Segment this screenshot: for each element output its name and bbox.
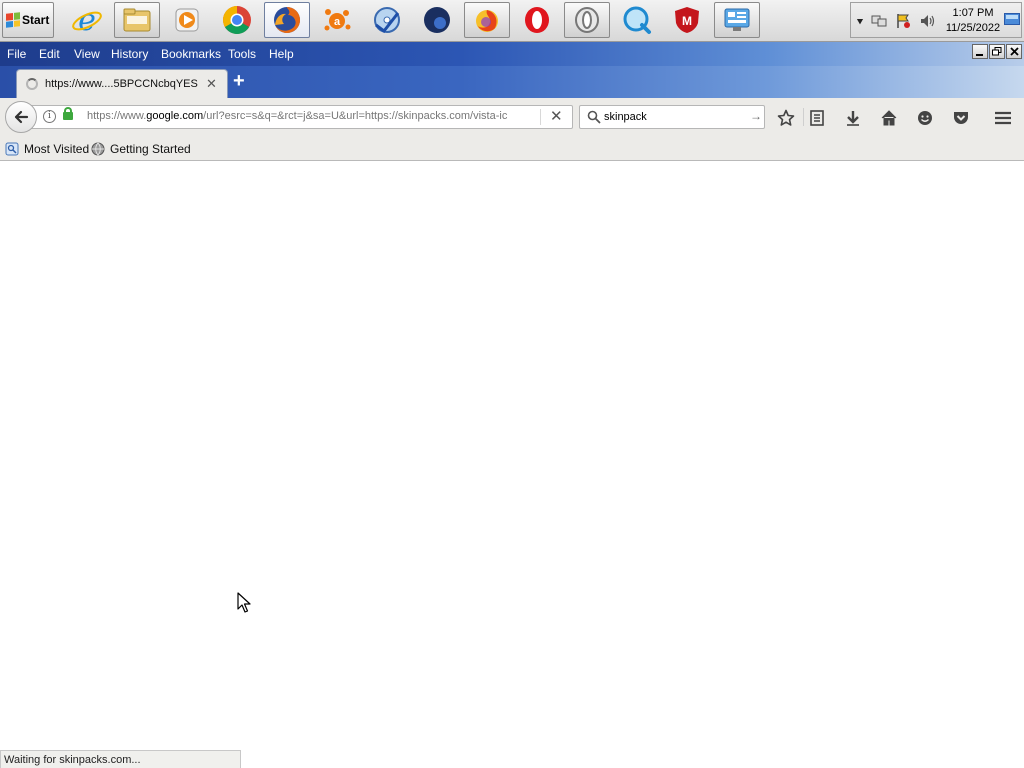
clock-time: 1:07 PM bbox=[952, 7, 994, 19]
minimize-icon bbox=[976, 53, 983, 56]
loading-spinner-icon bbox=[26, 78, 38, 90]
bookmarks-menu-icon[interactable] bbox=[807, 108, 827, 128]
bookmarks-toolbar: Most Visited Getting Started bbox=[0, 138, 1024, 161]
clock-date: 11/25/2022 bbox=[945, 22, 1001, 34]
firefox-icon[interactable] bbox=[264, 2, 310, 38]
windows-logo-icon bbox=[6, 12, 20, 28]
page-content-area[interactable] bbox=[0, 162, 1024, 750]
window-controls bbox=[972, 44, 1022, 59]
browser-tab[interactable]: https://www....5BPCCNcbqYES ✕ bbox=[16, 69, 228, 98]
opera-icon[interactable] bbox=[514, 2, 560, 38]
site-info-icon[interactable]: i bbox=[43, 110, 56, 123]
firefox-menubar: File Edit View History Bookmarks Tools H… bbox=[0, 42, 1024, 66]
network-icon[interactable] bbox=[871, 13, 887, 29]
volume-icon[interactable] bbox=[919, 13, 935, 29]
svg-text:e: e bbox=[78, 4, 96, 36]
system-tray: ⯆ 1:07 PM 11/25/2022 bbox=[850, 2, 1022, 38]
url-divider bbox=[540, 109, 541, 125]
start-button[interactable]: Start bbox=[2, 2, 54, 38]
status-bar: Waiting for skinpacks.com... bbox=[0, 750, 241, 768]
search-input[interactable] bbox=[604, 109, 744, 125]
svg-text:a: a bbox=[334, 16, 341, 28]
navigation-toolbar: i https://www.google.com/url?esrc=s&q=&r… bbox=[0, 98, 1024, 138]
url-text[interactable]: https://www.google.com/url?esrc=s&q=&rct… bbox=[87, 110, 515, 122]
tab-strip: https://www....5BPCCNcbqYES ✕ + bbox=[0, 66, 1024, 98]
bookmark-label: Most Visited bbox=[24, 142, 90, 156]
toolbar-separator bbox=[803, 108, 804, 126]
control-panel-icon[interactable] bbox=[714, 2, 760, 38]
menu-history[interactable]: History bbox=[111, 47, 148, 61]
minimize-button[interactable] bbox=[972, 44, 988, 59]
globe-icon bbox=[91, 142, 105, 156]
waterfox-icon[interactable] bbox=[414, 2, 460, 38]
avast-icon[interactable]: a bbox=[314, 2, 360, 38]
mcafee-icon[interactable]: M bbox=[664, 2, 710, 38]
mouse-cursor-icon bbox=[237, 592, 251, 613]
address-bar[interactable]: i https://www.google.com/url?esrc=s&q=&r… bbox=[30, 105, 573, 129]
stop-loading-icon[interactable]: ✕ bbox=[550, 107, 563, 125]
restore-button[interactable] bbox=[989, 44, 1005, 59]
firefox-alt-icon[interactable] bbox=[464, 2, 510, 38]
windows-taskbar: Start e a M ⯆ 1:07 PM 11/25/2022 bbox=[0, 0, 1024, 42]
lock-icon[interactable] bbox=[63, 107, 73, 120]
system-clock[interactable]: 1:07 PM 11/25/2022 bbox=[945, 6, 1001, 36]
hello-chat-icon[interactable] bbox=[915, 108, 935, 128]
back-arrow-icon bbox=[14, 110, 29, 124]
menu-help[interactable]: Help bbox=[269, 47, 294, 61]
bookmark-most-visited[interactable]: Most Visited bbox=[5, 142, 89, 156]
search-go-arrow-icon[interactable]: → bbox=[750, 109, 762, 123]
url-host: google.com bbox=[146, 110, 204, 122]
url-prefix: https://www. bbox=[87, 110, 147, 122]
close-window-button[interactable] bbox=[1006, 44, 1022, 59]
restore-icon bbox=[992, 47, 1002, 56]
search-bar[interactable]: → bbox=[579, 105, 765, 129]
menu-file[interactable]: File bbox=[7, 47, 26, 61]
show-desktop-icon[interactable] bbox=[1004, 13, 1020, 27]
back-button[interactable] bbox=[5, 101, 37, 133]
chrome-icon[interactable] bbox=[214, 2, 260, 38]
menu-edit[interactable]: Edit bbox=[39, 47, 60, 61]
home-icon[interactable] bbox=[879, 108, 899, 128]
new-tab-button[interactable]: + bbox=[233, 71, 245, 91]
opera-alt-icon[interactable] bbox=[564, 2, 610, 38]
pocket-icon[interactable] bbox=[951, 108, 971, 128]
downloads-icon[interactable] bbox=[843, 108, 863, 128]
url-path: /url?esrc=s&q=&rct=j&sa=U&url=https://sk… bbox=[203, 110, 508, 122]
internet-explorer-icon[interactable]: e bbox=[64, 2, 110, 38]
hamburger-menu-icon[interactable] bbox=[993, 108, 1013, 128]
tab-close-icon[interactable]: ✕ bbox=[206, 76, 217, 92]
tray-expand-icon[interactable]: ⯆ bbox=[856, 17, 864, 28]
menu-view[interactable]: View bbox=[74, 47, 100, 61]
bookmark-getting-started[interactable]: Getting Started bbox=[91, 142, 191, 156]
quicktime-icon[interactable] bbox=[614, 2, 660, 38]
start-label: Start bbox=[22, 13, 50, 27]
bookmark-star-icon[interactable] bbox=[776, 108, 796, 128]
menu-bookmarks[interactable]: Bookmarks bbox=[161, 47, 221, 61]
most-visited-folder-icon bbox=[5, 142, 19, 156]
menu-tools[interactable]: Tools bbox=[228, 47, 256, 61]
search-icon bbox=[587, 110, 601, 124]
media-player-icon[interactable] bbox=[164, 2, 210, 38]
tab-title: https://www....5BPCCNcbqYES bbox=[45, 78, 198, 90]
file-explorer-icon[interactable] bbox=[114, 2, 160, 38]
action-center-flag-icon[interactable] bbox=[895, 13, 911, 29]
svg-text:M: M bbox=[682, 14, 692, 28]
disc-burner-icon[interactable] bbox=[364, 2, 410, 38]
bookmark-label: Getting Started bbox=[110, 142, 191, 156]
close-icon bbox=[1009, 47, 1019, 56]
